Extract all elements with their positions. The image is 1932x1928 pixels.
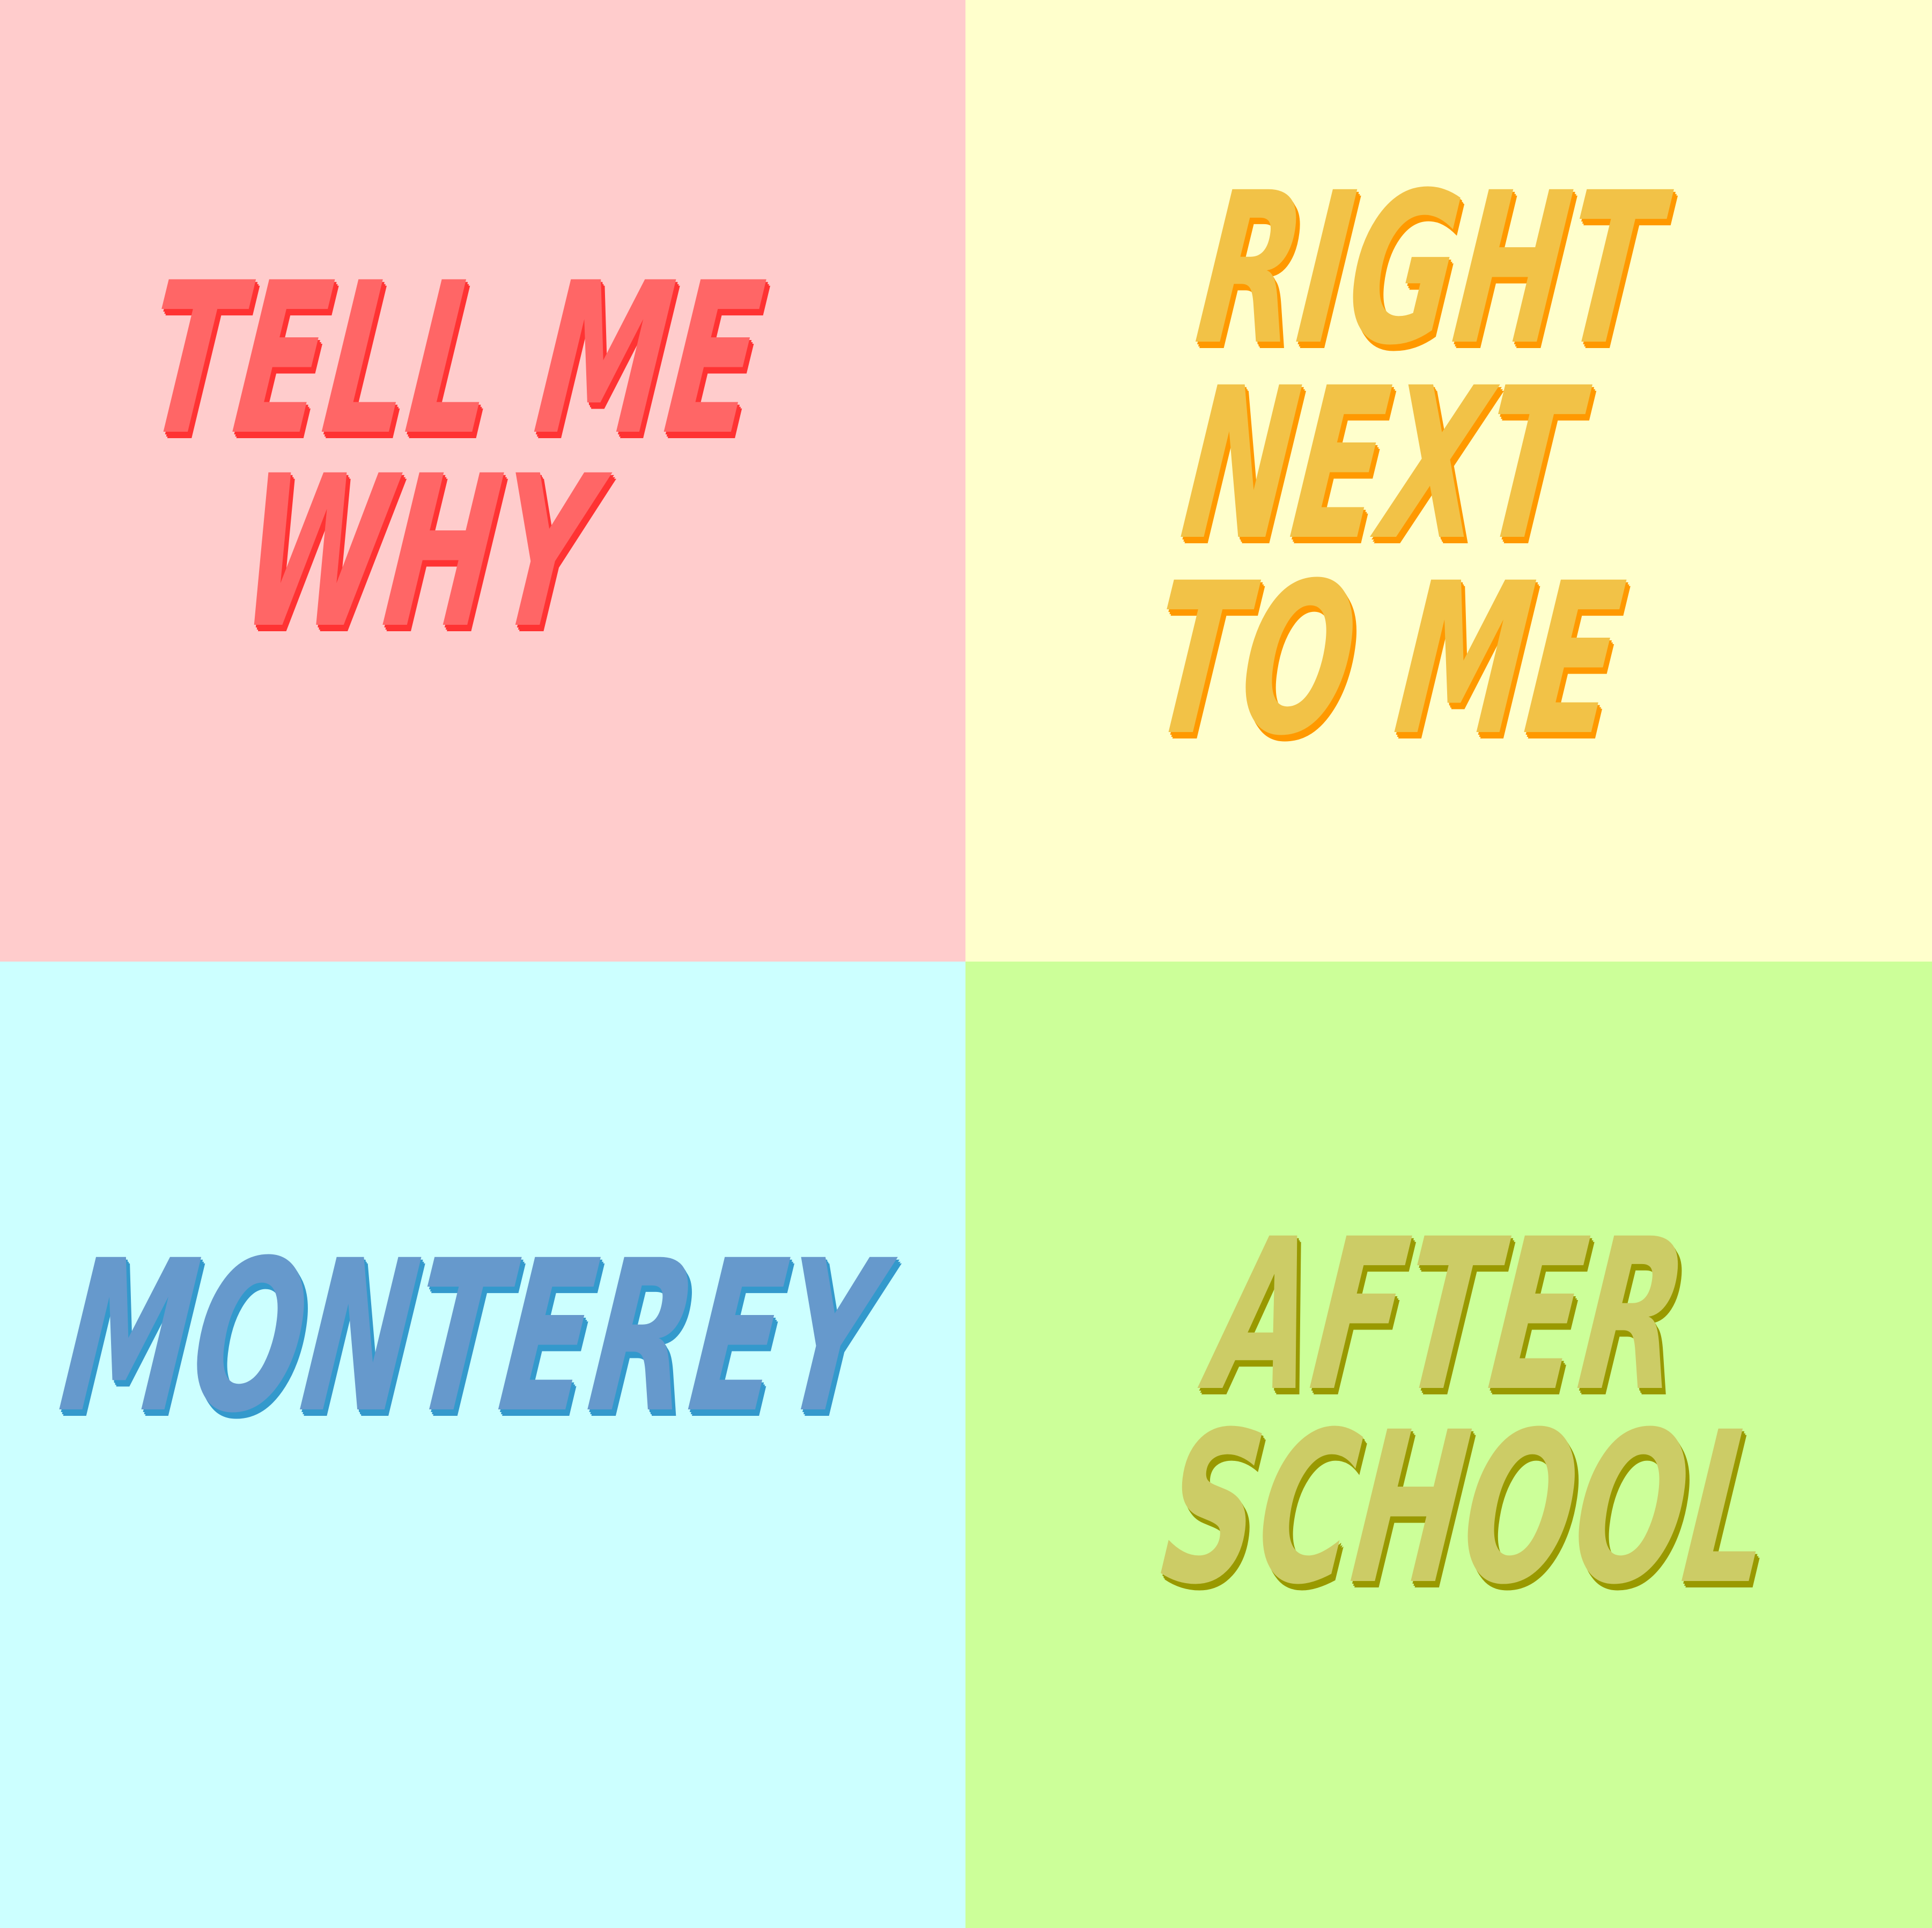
caption-tell-me-why: TELL ME WHY bbox=[114, 238, 774, 674]
caption-after-school: AFTER SCHOOL bbox=[1152, 1194, 1786, 1630]
caption-line: RIGHT bbox=[1186, 147, 1671, 391]
panel-after-school: AFTER SCHOOL bbox=[965, 962, 1932, 1928]
color-block-grid: TELL ME WHY RIGHT NEXT TO ME MONTEREY AF… bbox=[0, 0, 1932, 1928]
caption-line: TELL ME bbox=[134, 238, 774, 481]
caption-monterey: MONTEREY bbox=[48, 1215, 896, 1459]
caption-line: NEXT bbox=[1172, 343, 1590, 586]
caption-line: SCHOOL bbox=[1152, 1387, 1786, 1630]
caption-line: MONTEREY bbox=[50, 1215, 893, 1459]
caption-line: WHY bbox=[230, 431, 607, 674]
panel-monterey: MONTEREY bbox=[0, 962, 965, 1928]
panel-tell-me-why: TELL ME WHY bbox=[0, 0, 965, 962]
caption-line: AFTER bbox=[1200, 1194, 1699, 1437]
caption-line: TO ME bbox=[1139, 538, 1634, 781]
panel-right-next-to-me: RIGHT NEXT TO ME bbox=[965, 0, 1932, 962]
caption-right-next-to-me: RIGHT NEXT TO ME bbox=[1139, 147, 1671, 781]
